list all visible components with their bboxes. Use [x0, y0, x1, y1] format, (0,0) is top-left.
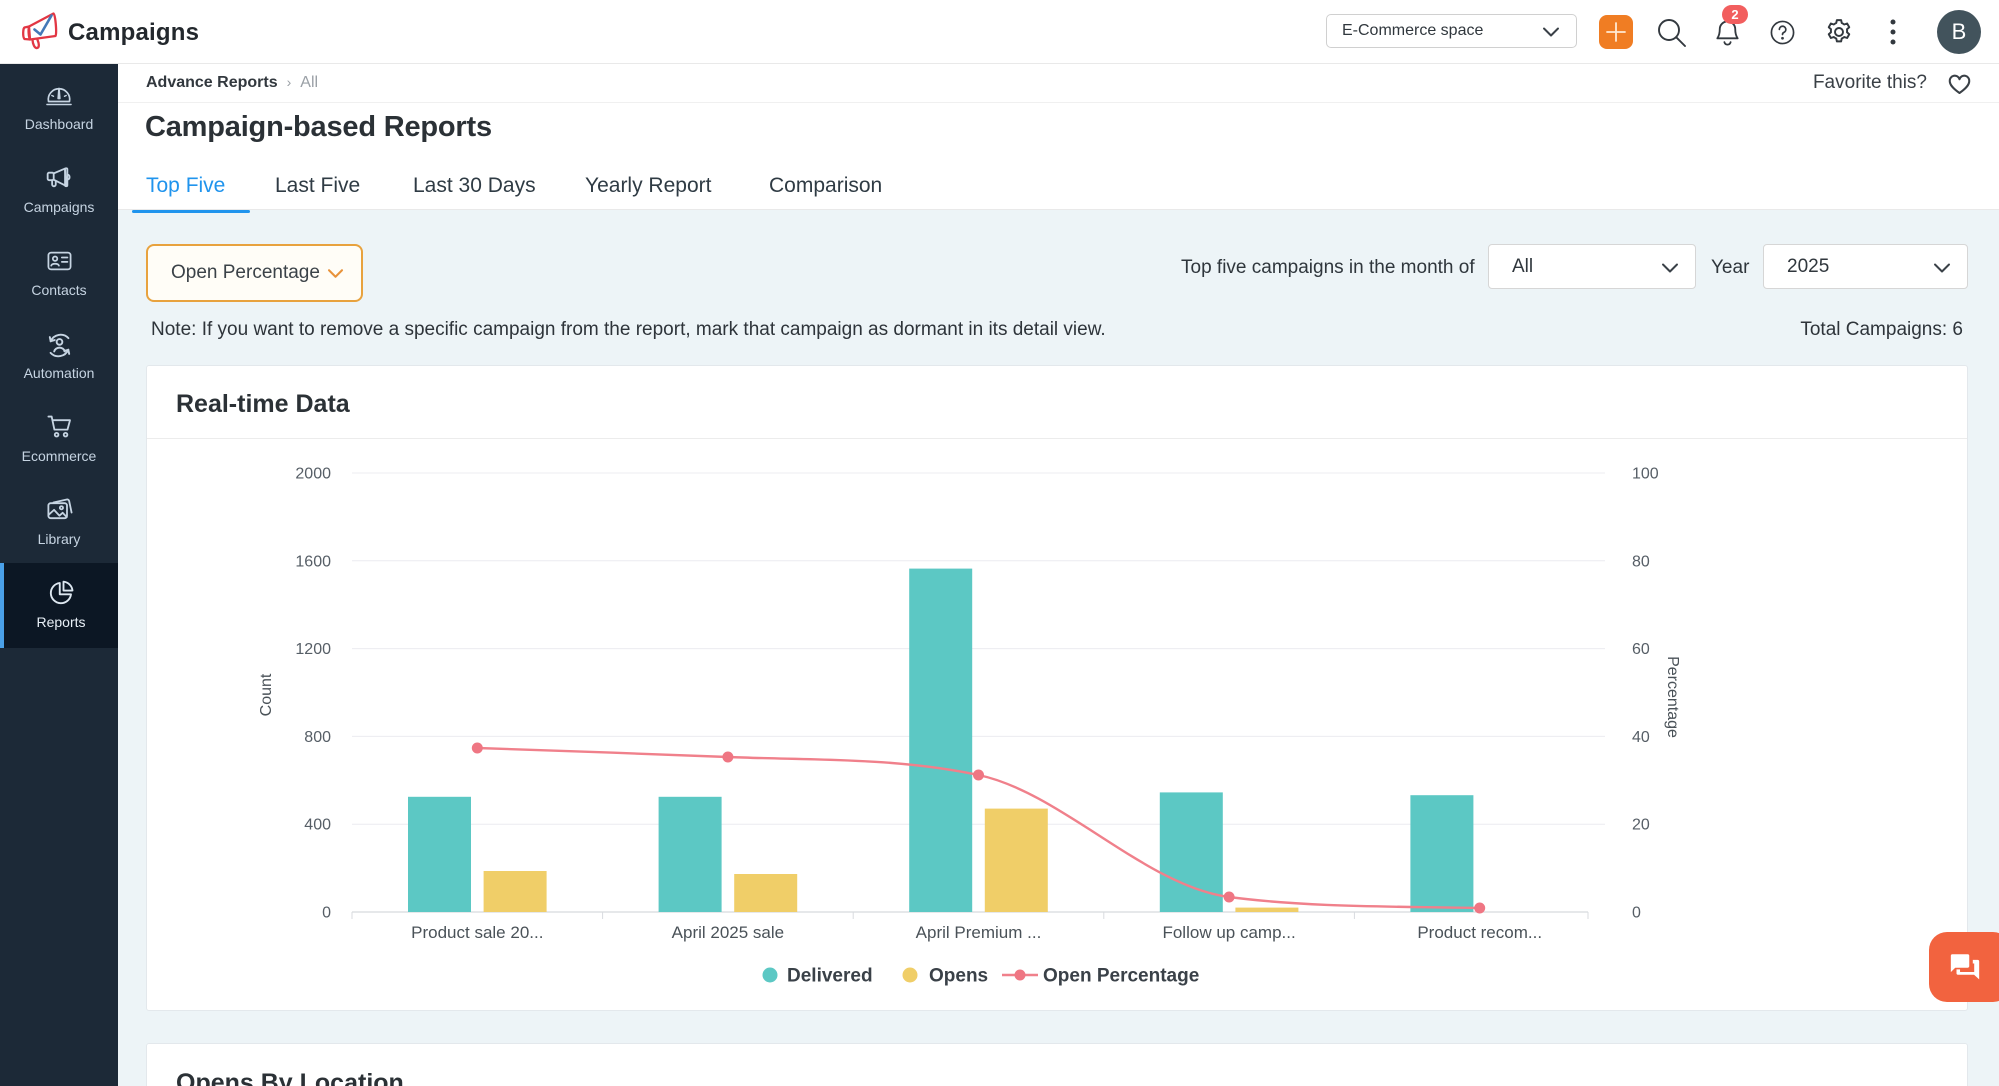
- svg-text:800: 800: [304, 729, 331, 746]
- svg-text:Product sale 20...: Product sale 20...: [411, 923, 543, 942]
- svg-text:Delivered: Delivered: [787, 966, 873, 987]
- svg-text:0: 0: [1632, 905, 1641, 922]
- svg-text:0: 0: [322, 905, 331, 922]
- svg-text:Open Percentage: Open Percentage: [1043, 966, 1199, 987]
- svg-text:Percentage: Percentage: [1664, 656, 1681, 738]
- svg-text:1600: 1600: [295, 553, 331, 570]
- svg-text:400: 400: [304, 817, 331, 834]
- svg-text:2000: 2000: [295, 466, 331, 483]
- svg-text:April Premium ...: April Premium ...: [916, 923, 1042, 942]
- svg-text:April 2025 sale: April 2025 sale: [672, 923, 784, 942]
- svg-text:1200: 1200: [295, 641, 331, 658]
- svg-text:Follow up camp...: Follow up camp...: [1162, 923, 1295, 942]
- svg-text:Opens: Opens: [929, 966, 988, 987]
- svg-text:80: 80: [1632, 553, 1650, 570]
- svg-text:Product recom...: Product recom...: [1417, 923, 1542, 942]
- svg-text:20: 20: [1632, 817, 1650, 834]
- svg-text:Count: Count: [258, 673, 275, 716]
- svg-text:40: 40: [1632, 729, 1650, 746]
- svg-text:100: 100: [1632, 466, 1659, 483]
- svg-text:60: 60: [1632, 641, 1650, 658]
